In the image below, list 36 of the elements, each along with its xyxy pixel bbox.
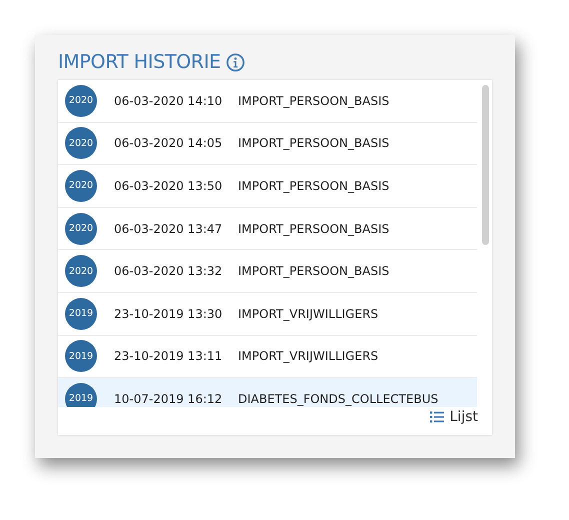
import-name: IMPORT_PERSOON_BASIS (238, 222, 390, 236)
list-view-link[interactable]: Lijst (430, 409, 478, 425)
import-name: IMPORT_PERSOON_BASIS (238, 264, 390, 278)
import-name: IMPORT_PERSOON_BASIS (238, 94, 390, 108)
import-datetime: 06-03-2020 14:05 (114, 136, 224, 150)
import-row[interactable]: 2019 10-07-2019 16:12 DIABETES_FONDS_COLLECTEBUS (58, 378, 477, 407)
import-datetime: 06-03-2020 13:32 (114, 264, 224, 278)
import-row[interactable]: 2020 06-03-2020 14:05 IMPORT_PERSOON_BASIS (58, 122, 477, 166)
year-badge: 2020 (65, 212, 97, 245)
import-datetime: 23-10-2019 13:30 (114, 306, 224, 321)
import-datetime: 06-03-2020 14:10 (114, 94, 224, 108)
year-badge: 2020 (65, 84, 97, 117)
year-badge: 2019 (65, 298, 97, 330)
year-badge: 2020 (65, 255, 97, 288)
import-row[interactable]: 2019 23-10-2019 13:30 IMPORT_VRIJWILLIGERS (58, 292, 477, 336)
import-name: IMPORT_PERSOON_BASIS (238, 178, 390, 193)
list-icon (430, 411, 444, 423)
year-badge: 2020 (65, 170, 97, 202)
import-datetime: 23-10-2019 13:11 (114, 349, 224, 364)
import-datetime: 06-03-2020 13:47 (114, 222, 224, 236)
year-badge: 2019 (65, 382, 97, 407)
widget-title: IMPORT HISTORIE (58, 51, 221, 73)
year-badge: 2019 (65, 340, 97, 372)
import-row[interactable]: 2020 06-03-2020 14:10 IMPORT_PERSOON_BASIS (58, 80, 477, 123)
import-row[interactable]: 2020 06-03-2020 13:50 IMPORT_PERSOON_BASIS (58, 165, 477, 208)
import-name: IMPORT_VRIJWILLIGERS (238, 349, 378, 364)
import-row[interactable]: 2020 06-03-2020 13:47 IMPORT_PERSOON_BASIS (58, 208, 477, 250)
scrollbar[interactable] (482, 85, 489, 245)
import-datetime: 10-07-2019 16:12 (114, 392, 224, 406)
import-name: IMPORT_VRIJWILLIGERS (238, 306, 378, 321)
import-row[interactable]: 2020 06-03-2020 13:32 IMPORT_PERSOON_BASIS (58, 250, 477, 293)
import-datetime: 06-03-2020 13:50 (114, 178, 224, 193)
year-badge: 2020 (65, 127, 97, 160)
info-icon[interactable] (226, 52, 245, 72)
import-name: DIABETES_FONDS_COLLECTEBUS (238, 392, 438, 406)
import-name: IMPORT_PERSOON_BASIS (238, 136, 390, 150)
